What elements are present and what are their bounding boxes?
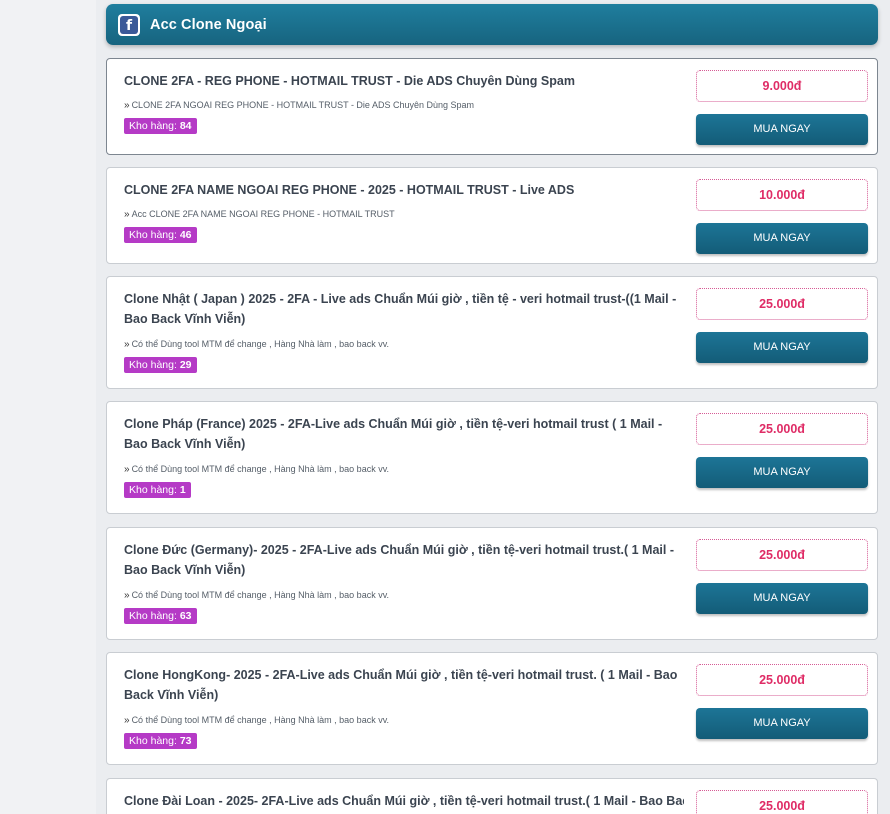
double-chevron-right-icon: » bbox=[124, 209, 130, 220]
product-card: Clone Nhật ( Japan ) 2025 - 2FA - Live a… bbox=[106, 276, 878, 389]
price-box: 9.000đ bbox=[696, 70, 868, 102]
product-title: Clone Pháp (France) 2025 - 2FA-Live ads … bbox=[124, 417, 663, 451]
product-title: Clone HongKong- 2025 - 2FA-Live ads Chuẩ… bbox=[124, 668, 678, 702]
buy-now-button[interactable]: MUA NGAY bbox=[696, 223, 868, 254]
stock-count: 29 bbox=[179, 359, 192, 371]
stock-badge: Kho hàng: 63 bbox=[124, 608, 197, 624]
page: f Acc Clone Ngoại CLONE 2FA - REG PHONE … bbox=[0, 0, 890, 814]
product-card: Clone HongKong- 2025 - 2FA-Live ads Chuẩ… bbox=[106, 652, 878, 765]
price-box: 25.000đ bbox=[696, 413, 868, 445]
product-description-text: CLONE 2FA NGOAI REG PHONE - HOTMAIL TRUS… bbox=[131, 100, 474, 110]
product-card: Clone Pháp (France) 2025 - 2FA-Live ads … bbox=[106, 401, 878, 514]
product-card: Clone Đức (Germany)- 2025 - 2FA-Live ads… bbox=[106, 527, 878, 640]
product-description-text: Acc CLONE 2FA NAME NGOAI REG PHONE - HOT… bbox=[131, 209, 395, 219]
stock-label: Kho hàng: bbox=[129, 484, 177, 496]
stock-count: 63 bbox=[179, 610, 192, 622]
product-description-text: Có thể Dùng tool MTM để change , Hàng Nh… bbox=[131, 339, 390, 349]
price-box: 25.000đ bbox=[696, 288, 868, 320]
stock-label: Kho hàng: bbox=[129, 120, 177, 132]
buy-now-button[interactable]: MUA NGAY bbox=[696, 114, 868, 145]
buy-now-button[interactable]: MUA NGAY bbox=[696, 332, 868, 363]
product-description-text: Có thể Dùng tool MTM để change , Hàng Nh… bbox=[131, 590, 390, 600]
product-description: » Có thể Dùng tool MTM để change , Hàng N… bbox=[124, 589, 389, 602]
stock-badge: Kho hàng: 1 bbox=[124, 482, 191, 498]
stock-label: Kho hàng: bbox=[129, 229, 177, 241]
double-chevron-right-icon: » bbox=[124, 464, 130, 475]
price-box: 25.000đ bbox=[696, 790, 868, 814]
price-box: 25.000đ bbox=[696, 664, 868, 696]
product-title: CLONE 2FA - REG PHONE - HOTMAIL TRUST - … bbox=[124, 74, 575, 88]
double-chevron-right-icon: » bbox=[124, 100, 130, 111]
stock-badge: Kho hàng: 29 bbox=[124, 357, 197, 373]
category-title: Acc Clone Ngoại bbox=[150, 16, 267, 33]
product-description: » Có thể Dùng tool MTM để change , Hàng N… bbox=[124, 463, 389, 476]
double-chevron-right-icon: » bbox=[124, 590, 130, 601]
product-card: CLONE 2FA - REG PHONE - HOTMAIL TRUST - … bbox=[106, 58, 878, 155]
buy-now-button[interactable]: MUA NGAY bbox=[696, 708, 868, 739]
double-chevron-right-icon: » bbox=[124, 715, 130, 726]
stock-count: 84 bbox=[179, 120, 192, 132]
left-gutter bbox=[0, 0, 96, 814]
product-card: CLONE 2FA NAME NGOAI REG PHONE - 2025 - … bbox=[106, 167, 878, 264]
product-title: Clone Đức (Germany)- 2025 - 2FA-Live ads… bbox=[124, 543, 674, 577]
stock-label: Kho hàng: bbox=[129, 610, 177, 622]
facebook-icon: f bbox=[118, 13, 140, 36]
stock-badge: Kho hàng: 46 bbox=[124, 227, 197, 243]
product-description: » Có thể Dùng tool MTM để change , Hàng N… bbox=[124, 714, 389, 727]
stock-label: Kho hàng: bbox=[129, 735, 177, 747]
product-description: » Có thể Dùng tool MTM để change , Hàng N… bbox=[124, 338, 389, 351]
stock-count: 46 bbox=[179, 229, 192, 241]
stock-count: 1 bbox=[179, 484, 186, 496]
product-description: » CLONE 2FA NGOAI REG PHONE - HOTMAIL TRU… bbox=[124, 99, 474, 112]
price-box: 25.000đ bbox=[696, 539, 868, 571]
product-description: » Acc CLONE 2FA NAME NGOAI REG PHONE - HO… bbox=[124, 208, 395, 221]
stock-count: 73 bbox=[179, 735, 192, 747]
buy-now-button[interactable]: MUA NGAY bbox=[696, 457, 868, 488]
double-chevron-right-icon: » bbox=[124, 339, 130, 350]
category-header: f Acc Clone Ngoại bbox=[106, 4, 878, 45]
product-description-text: Có thể Dùng tool MTM để change , Hàng Nh… bbox=[131, 464, 390, 474]
price-box: 10.000đ bbox=[696, 179, 868, 211]
product-title: Clone Đài Loan - 2025- 2FA-Live ads Chuẩ… bbox=[124, 794, 684, 808]
stock-badge: Kho hàng: 73 bbox=[124, 733, 197, 749]
stock-label: Kho hàng: bbox=[129, 359, 177, 371]
product-title: CLONE 2FA NAME NGOAI REG PHONE - 2025 - … bbox=[124, 183, 575, 197]
buy-now-button[interactable]: MUA NGAY bbox=[696, 583, 868, 614]
product-card: Clone Đài Loan - 2025- 2FA-Live ads Chuẩ… bbox=[106, 778, 878, 814]
product-title: Clone Nhật ( Japan ) 2025 - 2FA - Live a… bbox=[124, 292, 677, 326]
product-description-text: Có thể Dùng tool MTM để change , Hàng Nh… bbox=[131, 715, 390, 725]
stock-badge: Kho hàng: 84 bbox=[124, 118, 197, 134]
facebook-glyph: f bbox=[120, 15, 138, 34]
